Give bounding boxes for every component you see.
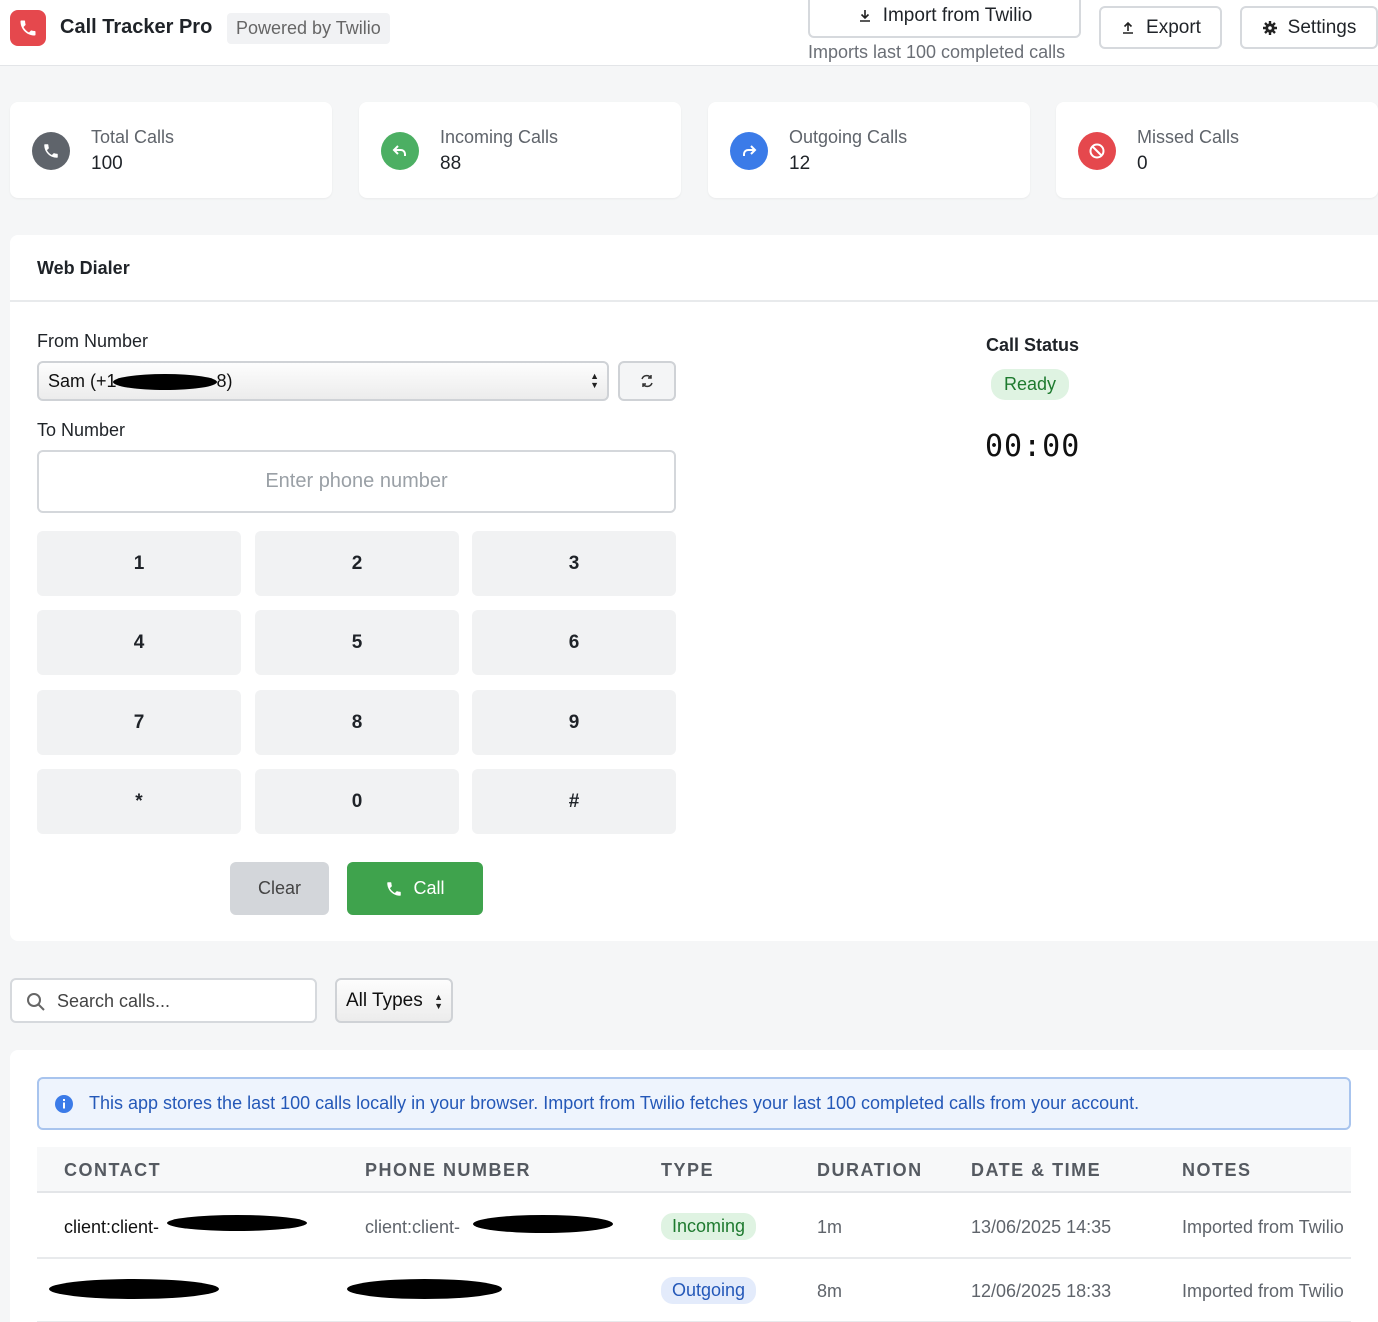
dial-key-3[interactable]: 3 — [472, 531, 676, 596]
gear-icon — [1262, 20, 1277, 35]
dial-key-hash[interactable]: # — [472, 769, 676, 834]
stat-label: Outgoing Calls — [789, 127, 908, 147]
call-button[interactable]: Call — [347, 862, 483, 915]
redaction-scribble — [473, 1215, 613, 1233]
stat-card-incoming: Incoming Calls 88 — [359, 102, 681, 198]
dial-key-4[interactable]: 4 — [37, 610, 241, 675]
ban-icon — [1078, 132, 1116, 170]
from-number-label: From Number — [37, 331, 149, 351]
notes-cell: Imported from Twilio — [1182, 1281, 1344, 1301]
notes-cell: Imported from Twilio — [1182, 1217, 1344, 1237]
call-log-panel: This app stores the last 100 calls local… — [10, 1050, 1378, 1322]
phone-icon — [387, 881, 402, 896]
dial-key-5[interactable]: 5 — [255, 610, 459, 675]
stat-value: 100 — [91, 153, 123, 174]
contact-cell: client:client- — [64, 1217, 160, 1237]
type-badge: Incoming — [661, 1213, 757, 1240]
column-header-phone[interactable]: PHONE NUMBER — [365, 1160, 531, 1181]
duration-cell: 1m — [817, 1217, 843, 1237]
app-title: Call Tracker Pro — [60, 16, 213, 38]
redaction-scribble — [49, 1279, 219, 1299]
call-type-selected: All Types — [346, 990, 423, 1011]
import-label: Import from Twilio — [882, 5, 1033, 26]
stat-label: Incoming Calls — [440, 127, 559, 147]
dial-key-6[interactable]: 6 — [472, 610, 676, 675]
dial-key-8[interactable]: 8 — [255, 690, 459, 755]
incoming-arrow-icon — [381, 132, 419, 170]
from-number-suffix: 8) — [216, 371, 233, 391]
table-header: CONTACT PHONE NUMBER TYPE DURATION DATE … — [37, 1147, 1351, 1193]
from-number-prefix: Sam (+1 — [48, 371, 117, 391]
column-header-notes[interactable]: NOTES — [1182, 1160, 1252, 1181]
dialer-title: Web Dialer — [37, 258, 130, 278]
redaction-scribble — [113, 374, 217, 390]
table-row[interactable]: client:client- client:client- Incoming 1… — [37, 1195, 1351, 1259]
info-banner: This app stores the last 100 calls local… — [37, 1077, 1351, 1130]
phone-cell: client:client- — [365, 1217, 461, 1237]
column-header-duration[interactable]: DURATION — [817, 1160, 923, 1181]
table-row[interactable]: Outgoing 8m 12/06/2025 18:33 Imported fr… — [37, 1259, 1351, 1322]
powered-by-badge: Powered by Twilio — [227, 13, 390, 44]
search-icon — [27, 993, 45, 1011]
call-status-badge: Ready — [991, 369, 1070, 400]
settings-button[interactable]: Settings — [1240, 6, 1378, 49]
app-logo — [10, 10, 46, 46]
redaction-scribble — [347, 1279, 502, 1299]
export-button[interactable]: Export — [1099, 6, 1222, 49]
select-arrows-icon: ▲ ▼ — [590, 371, 599, 390]
column-header-type[interactable]: TYPE — [661, 1160, 714, 1181]
search-placeholder: Search calls... — [57, 991, 171, 1011]
dial-key-9[interactable]: 9 — [472, 690, 676, 755]
import-from-twilio-button[interactable]: Import from Twilio — [808, 0, 1081, 38]
stat-label: Missed Calls — [1137, 127, 1240, 147]
call-status-label: Call Status — [986, 335, 1080, 355]
redaction-scribble — [167, 1215, 307, 1231]
to-number-input[interactable]: Enter phone number — [37, 450, 676, 513]
type-badge: Outgoing — [661, 1277, 757, 1304]
export-label: Export — [1146, 16, 1201, 38]
from-number-select[interactable]: Sam (+1 8) ▲ ▼ — [37, 361, 609, 401]
stat-value: 88 — [440, 153, 462, 174]
web-dialer-panel: Web Dialer From Number Sam (+1 8) ▲ ▼ To N… — [10, 235, 1378, 941]
dialer-header: Web Dialer — [10, 235, 1378, 302]
refresh-numbers-button[interactable] — [618, 361, 676, 401]
call-timer: 00:00 — [985, 429, 1081, 464]
to-number-label: To Number — [37, 420, 126, 440]
refresh-icon — [641, 374, 653, 388]
column-header-contact[interactable]: CONTACT — [64, 1160, 161, 1181]
duration-cell: 8m — [817, 1281, 843, 1301]
upload-icon — [1123, 21, 1134, 34]
settings-label: Settings — [1287, 16, 1357, 38]
info-message: This app stores the last 100 calls local… — [89, 1093, 1140, 1113]
phone-icon — [32, 132, 70, 170]
stat-card-missed: Missed Calls 0 — [1056, 102, 1378, 198]
call-label: Call — [413, 878, 445, 898]
info-icon — [55, 1095, 73, 1113]
datetime-cell: 13/06/2025 14:35 — [971, 1217, 1112, 1237]
outgoing-arrow-icon — [730, 132, 768, 170]
stat-card-total: Total Calls 100 — [10, 102, 332, 198]
download-icon — [859, 10, 870, 22]
call-type-select[interactable]: All Types ▲ ▼ — [335, 978, 453, 1023]
import-hint: Imports last 100 completed calls — [808, 42, 1066, 62]
stat-value: 12 — [789, 153, 811, 174]
dial-key-2[interactable]: 2 — [255, 531, 459, 596]
phone-icon — [20, 20, 36, 36]
search-input[interactable]: Search calls... — [10, 978, 317, 1023]
top-bar: Call Tracker Pro Powered by Twilio Impor… — [0, 0, 1378, 66]
select-arrows-icon: ▲ ▼ — [434, 992, 443, 1011]
stat-value: 0 — [1137, 153, 1148, 174]
column-header-datetime[interactable]: DATE & TIME — [971, 1160, 1101, 1181]
clear-button[interactable]: Clear — [230, 862, 329, 915]
dial-key-star[interactable]: * — [37, 769, 241, 834]
datetime-cell: 12/06/2025 18:33 — [971, 1281, 1112, 1301]
dial-key-7[interactable]: 7 — [37, 690, 241, 755]
stat-label: Total Calls — [91, 127, 175, 147]
dial-key-0[interactable]: 0 — [255, 769, 459, 834]
dial-key-1[interactable]: 1 — [37, 531, 241, 596]
stat-card-outgoing: Outgoing Calls 12 — [708, 102, 1030, 198]
